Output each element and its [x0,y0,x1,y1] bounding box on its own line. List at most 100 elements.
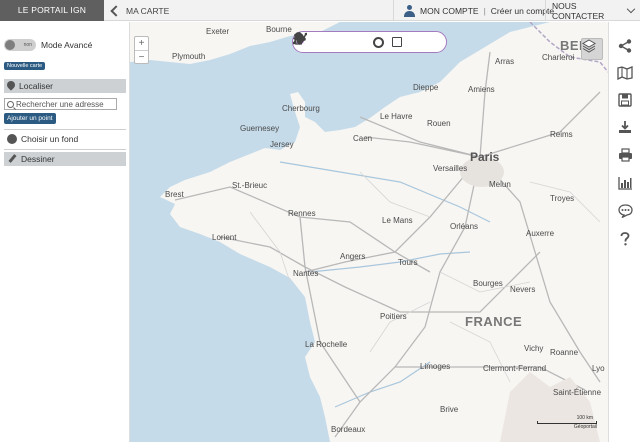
city-label: Plymouth [172,52,206,61]
city-label: Dieppe [413,83,439,92]
polygon-icon[interactable] [294,34,367,49]
polyline-icon[interactable] [293,32,349,49]
rectangle-icon[interactable] [390,36,403,49]
city-label: Rouen [427,119,451,128]
city-label: Versailles [433,164,468,173]
city-label: Saint-Étienne [553,388,602,397]
save-icon [618,93,632,107]
divider [4,149,126,150]
map-canvas[interactable]: Exeter Bourne Plymouth Arras Charleroi D… [130,22,608,442]
city-label: Arras [495,57,515,66]
draw-label: Dessiner [21,154,55,164]
share-button[interactable] [615,36,635,56]
city-label: Bourne [266,25,292,34]
country-label-france: FRANCE [465,314,523,329]
advanced-mode-row: non Mode Avancé [4,39,92,51]
scale-bar: 100 km Géoportail [537,415,597,430]
divider [4,129,126,130]
city-label: Exeter [206,27,230,36]
city-label: Lorient [212,233,237,242]
city-label: Lyo [592,364,605,373]
help-icon [620,232,630,246]
city-label: Brive [440,405,459,414]
address-search [4,98,117,110]
city-label: Roanne [550,348,579,357]
account-separator: | [483,5,486,16]
draw-section[interactable]: Dessiner [4,152,126,166]
portal-brand[interactable]: LE PORTAIL IGN [0,0,104,21]
city-label: Nevers [510,285,536,294]
city-label: Auxerre [526,229,555,238]
zoom-out-button[interactable]: − [135,50,148,63]
chart-button[interactable] [615,173,635,193]
zoom-control: + − [134,36,149,64]
trash-icon[interactable] [294,32,439,49]
map-button[interactable] [615,63,635,83]
download-icon [619,121,631,133]
drawing-toolbar [292,31,447,53]
city-label: Clermont-Ferrand [483,364,547,373]
city-label: Melun [489,180,511,189]
help-button[interactable] [615,229,635,249]
zoom-in-button[interactable]: + [135,37,148,50]
new-map-button[interactable]: Nouvelle carte [4,62,46,70]
left-panel: non Mode Avancé Nouvelle carte Localiser… [0,22,130,442]
city-label: Limoges [420,362,451,371]
city-label: La Rochelle [305,340,348,349]
move-icon[interactable] [293,32,421,49]
account-area: MON COMPTE | Créer un compte [393,0,554,21]
add-point-button[interactable]: Ajouter un point [4,113,56,124]
city-label: Vichy [524,344,544,353]
back-label: MA CARTE [126,5,170,16]
print-icon [618,148,632,162]
my-account-link[interactable]: MON COMPTE [420,6,479,16]
city-label: Bordeaux [331,425,366,434]
contact-label: NOUS CONTACTER [552,0,605,21]
city-label: Troyes [550,194,575,203]
download-button[interactable] [615,117,635,137]
localiser-label: Localiser [19,81,54,91]
city-label: Bourges [473,279,503,288]
city-label: Cherbourg [282,104,320,113]
city-label: Le Havre [380,112,413,121]
contact-menu[interactable]: NOUS CONTACTER [545,0,640,21]
circle-icon[interactable] [372,36,385,49]
city-label: Charleroi [542,53,575,62]
address-search-input[interactable] [16,99,116,109]
advanced-mode-label: Mode Avancé [41,40,93,50]
city-label-capital: Paris [470,150,500,164]
city-label: Caen [353,134,373,143]
layers-button[interactable] [581,38,603,60]
city-label: Orléans [450,222,479,231]
city-label: Le Mans [382,216,413,225]
right-toolbar [608,22,640,442]
marker-icon[interactable] [294,32,331,49]
comment-icon [617,204,633,218]
city-label: Angers [340,252,366,261]
city-label: Amiens [468,85,495,94]
top-bar: LE PORTAIL IGN MA CARTE MON COMPTE | Cré… [0,0,640,21]
share-icon [618,39,632,53]
city-label: Reims [550,130,573,139]
brush-icon [7,154,17,164]
city-label: Brest [165,190,184,199]
city-label: Rennes [288,209,316,218]
chart-icon [617,177,632,190]
localiser-section[interactable]: Localiser [4,79,126,93]
city-label: Poitiers [380,312,407,321]
attribution[interactable]: Géoportail [537,424,597,430]
save-button[interactable] [615,90,635,110]
city-label: St.-Brieuc [232,181,268,190]
map-icon [617,66,633,80]
user-icon [404,4,415,17]
city-label: Tours [398,258,418,267]
search-icon[interactable] [7,100,14,108]
choose-background-label: Choisir un fond [21,134,79,144]
back-to-my-map[interactable]: MA CARTE [106,0,169,21]
comment-button[interactable] [615,201,635,221]
advanced-mode-toggle[interactable]: non [4,39,36,51]
choose-background-section[interactable]: Choisir un fond [4,132,126,146]
print-button[interactable] [615,145,635,165]
pin-icon [7,81,15,91]
city-label: Jersey [270,140,294,149]
